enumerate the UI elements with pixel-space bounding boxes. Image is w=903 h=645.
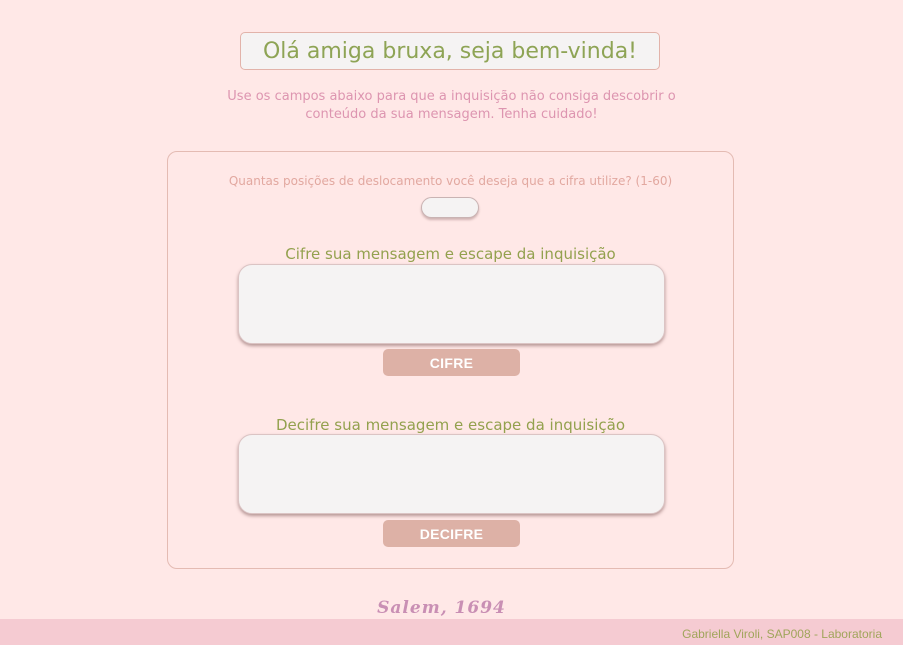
signature: Salem, 1694 [377,598,506,618]
page-title: Olá amiga bruxa, seja bem-vinda! [240,32,660,70]
decrypt-button[interactable]: DECIFRE [383,520,520,547]
cipher-panel: Quantas posições de deslocamento você de… [167,151,734,569]
shift-label: Quantas posições de deslocamento você de… [228,174,673,188]
page-subtitle: Use os campos abaixo para que a inquisiç… [227,89,676,122]
decrypt-textarea[interactable] [238,434,665,514]
encrypt-label: Cifre sua mensagem e escape da inquisiçã… [285,245,616,263]
footer-credit: Gabriella Viroli, SAP008 - Laboratoria [682,627,882,641]
encrypt-textarea[interactable] [238,264,665,344]
decrypt-label: Decifre sua mensagem e escape da inquisi… [275,416,626,434]
footer: Gabriella Viroli, SAP008 - Laboratoria [0,619,903,645]
shift-input[interactable] [421,197,479,218]
encrypt-button[interactable]: CIFRE [383,349,520,376]
page: Olá amiga bruxa, seja bem-vinda! Use os … [0,0,903,645]
